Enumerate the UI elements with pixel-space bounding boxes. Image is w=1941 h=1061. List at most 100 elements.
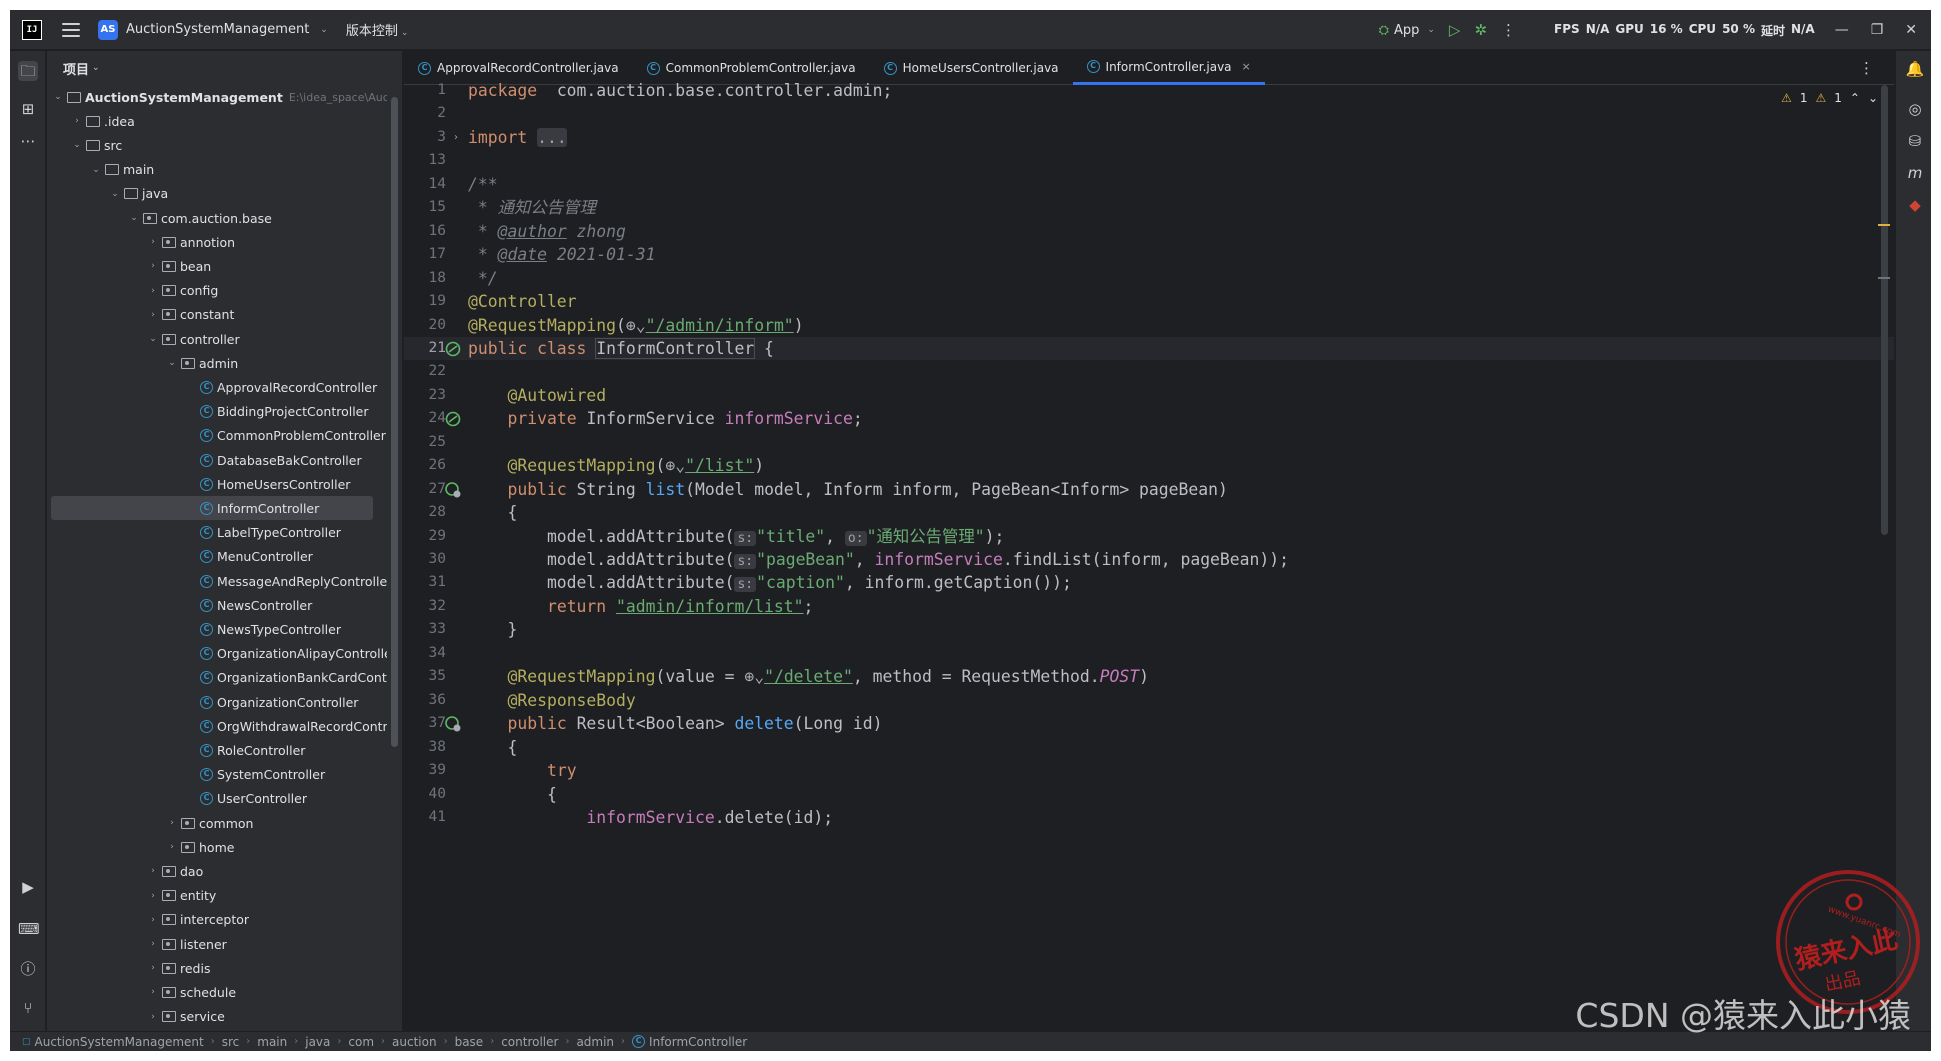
tree-class-item[interactable]: C OrgWithdrawalRecordController [47,714,387,738]
close-icon[interactable]: ✕ [1905,22,1917,38]
breadcrumb-item[interactable]: controller [501,1035,558,1049]
tree-folder-item[interactable]: › common [47,811,387,835]
tree-class-item[interactable]: C InformController [51,496,373,521]
line-number[interactable]: 22 [404,360,446,383]
chevron-right-icon[interactable]: › [146,963,160,973]
parameter-hint[interactable]: s: [734,530,757,546]
tree-folder-item[interactable]: › listener [47,932,387,956]
line-number[interactable]: 37 [404,712,446,735]
line-number[interactable]: 17 [404,243,446,266]
tree-class-item[interactable]: C UserController [47,787,387,811]
tree-folder-item[interactable]: ⌄ java [47,182,387,206]
chevron-right-icon[interactable]: › [146,261,160,271]
line-number[interactable]: 18 [404,267,446,290]
project-panel-header[interactable]: 项目 ⌄ [47,51,402,85]
parameter-hint[interactable]: s: [734,577,757,593]
line-number[interactable]: 30 [404,548,446,571]
line-number[interactable]: 2 [404,102,446,125]
chevron-right-icon[interactable]: › [165,842,179,852]
more-tools-icon[interactable]: ⋯ [18,131,38,151]
debug-icon[interactable]: ✲ [1474,21,1487,39]
tree-folder-item[interactable]: › redis [47,956,387,980]
line-number[interactable]: 1 [404,79,446,102]
chevron-right-icon[interactable]: › [146,866,160,876]
chevron-down-icon[interactable]: ⌄ [1868,91,1878,105]
close-tab-icon[interactable]: × [1242,60,1251,73]
breadcrumb-item[interactable]: InformController [649,1035,747,1049]
line-number[interactable]: 41 [404,806,446,829]
line-number[interactable]: 24 [404,407,446,430]
warning-marker[interactable] [1878,224,1890,226]
tree-folder-item[interactable]: › bean [47,254,387,278]
tree-folder-item[interactable]: › home [47,835,387,859]
editor-scrollbar[interactable] [1881,85,1888,535]
run-icon[interactable]: ▷ [1449,21,1461,39]
minimize-icon[interactable]: — [1835,22,1849,38]
spring-bean-icon[interactable] [444,340,462,358]
breadcrumb-item[interactable]: AuctionSystemManagement [35,1035,204,1049]
git-icon[interactable]: ⑂ [18,998,38,1018]
tree-class-item[interactable]: C CommonProblemController [47,424,387,448]
notifications-icon[interactable]: 🔔 [1905,59,1925,79]
tree-folder-item[interactable]: ⌄ main [47,158,387,182]
line-number[interactable]: 28 [404,501,446,524]
structure-icon[interactable]: ⊞ [18,99,38,119]
line-number[interactable]: 15 [404,196,446,219]
chevron-right-icon[interactable]: › [146,915,160,925]
line-number[interactable]: 23 [404,384,446,407]
line-number[interactable]: 19 [404,290,446,313]
tree-folder-item[interactable]: › config [47,279,387,303]
services-icon[interactable]: ▶ [18,877,38,897]
chevron-right-icon[interactable]: › [146,237,160,247]
run-config-selector[interactable]: ⛭ App ⌄ [1379,23,1435,38]
terminal-icon[interactable]: ⌨ [18,919,40,939]
line-number[interactable]: 26 [404,454,446,477]
url-globe-icon[interactable]: ⊕⌄ [665,456,685,475]
vcs-menu[interactable]: 版本控制 ⌄ [346,20,409,39]
tree-folder-item[interactable]: ⌄ admin [47,351,387,375]
line-number[interactable]: 3 [404,126,446,149]
tree-folder-item[interactable]: › interceptor [47,908,387,932]
chevron-right-icon[interactable]: › [146,987,160,997]
tree-class-item[interactable]: C OrganizationBankCardController [47,666,387,690]
chevron-right-icon[interactable]: › [146,939,160,949]
line-number[interactable]: 32 [404,595,446,618]
chevron-down-icon[interactable]: ⌄ [89,165,103,175]
chevron-right-icon[interactable]: › [70,116,84,126]
breadcrumb-item[interactable]: src [222,1035,240,1049]
more-actions-icon[interactable]: ⋮ [1501,21,1516,39]
line-number[interactable]: 36 [404,689,446,712]
database-icon[interactable]: ⛁ [1905,131,1925,151]
plugin-icon[interactable]: ◆ [1905,195,1925,215]
line-number[interactable]: 34 [404,642,446,665]
tab-options-icon[interactable]: ⋮ [1859,59,1874,77]
chevron-right-icon[interactable]: › [165,818,179,828]
tree-class-item[interactable]: C OrganizationController [47,690,387,714]
tree-folder-item[interactable]: › annotion [47,230,387,254]
tree-folder-item[interactable]: › constant [47,303,387,327]
tree-class-item[interactable]: C OrganizationAlipayController [47,642,387,666]
project-scrollbar[interactable] [391,97,398,747]
line-number[interactable]: 33 [404,618,446,641]
tree-folder-item[interactable]: › dao [47,859,387,883]
ai-assistant-icon[interactable]: ◎ [1905,99,1925,119]
tree-folder-item[interactable]: › schedule [47,980,387,1004]
tree-class-item[interactable]: C LabelTypeController [47,521,387,545]
parameter-hint[interactable]: o: [844,530,867,546]
info-marker[interactable] [1878,277,1890,279]
tree-folder-item[interactable]: ⌄ com.auction.base [47,206,387,230]
line-number[interactable]: 25 [404,431,446,454]
tree-class-item[interactable]: C NewsTypeController [47,617,387,641]
tree-class-item[interactable]: C ApprovalRecordController [47,375,387,399]
tree-class-item[interactable]: C MessageAndReplyController [47,569,387,593]
tree-class-item[interactable]: C MenuController [47,545,387,569]
breadcrumb-item[interactable]: base [455,1035,484,1049]
inspection-widget[interactable]: ⚠ 1 ⚠ 1 ⌃ ⌄ [1781,91,1878,105]
tree-folder-item[interactable]: › service [47,1005,387,1029]
chevron-down-icon[interactable]: ⌄ [108,189,122,199]
project-switcher[interactable]: AS AuctionSystemManagement ⌄ [98,19,328,40]
tree-class-item[interactable]: C RoleController [47,738,387,762]
line-number[interactable]: 39 [404,759,446,782]
problems-icon[interactable]: ⓘ [18,959,38,979]
url-globe-icon[interactable]: ⊕⌄ [744,667,764,686]
